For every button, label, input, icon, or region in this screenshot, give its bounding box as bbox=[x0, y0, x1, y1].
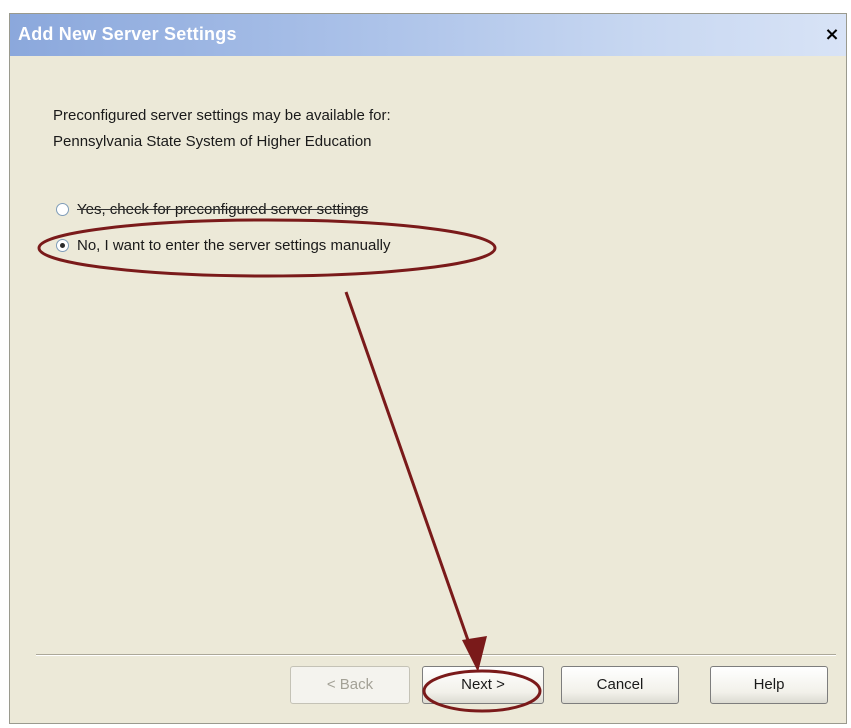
option-yes-preconfigured[interactable]: Yes, check for preconfigured server sett… bbox=[56, 199, 368, 219]
radio-yes[interactable] bbox=[56, 202, 69, 216]
info-line-2: Pennsylvania State System of Higher Educ… bbox=[53, 133, 372, 150]
info-line-1: Preconfigured server settings may be ava… bbox=[53, 107, 391, 124]
help-button[interactable]: Help bbox=[710, 666, 828, 704]
radio-no[interactable] bbox=[56, 238, 69, 252]
add-server-dialog: Add New Server Settings × Preconfigured … bbox=[9, 13, 847, 724]
button-separator bbox=[36, 654, 836, 656]
back-button[interactable]: < Back bbox=[290, 666, 410, 704]
dialog-title: Add New Server Settings bbox=[18, 24, 237, 44]
next-button[interactable]: Next > bbox=[422, 666, 544, 704]
option-no-label: No, I want to enter the server settings … bbox=[77, 236, 391, 254]
cancel-button[interactable]: Cancel bbox=[561, 666, 679, 704]
option-no-manual[interactable]: No, I want to enter the server settings … bbox=[56, 235, 390, 255]
title-bar[interactable]: Add New Server Settings × bbox=[10, 14, 846, 56]
close-icon[interactable]: × bbox=[822, 23, 842, 47]
option-yes-label: Yes, check for preconfigured server sett… bbox=[77, 200, 369, 218]
